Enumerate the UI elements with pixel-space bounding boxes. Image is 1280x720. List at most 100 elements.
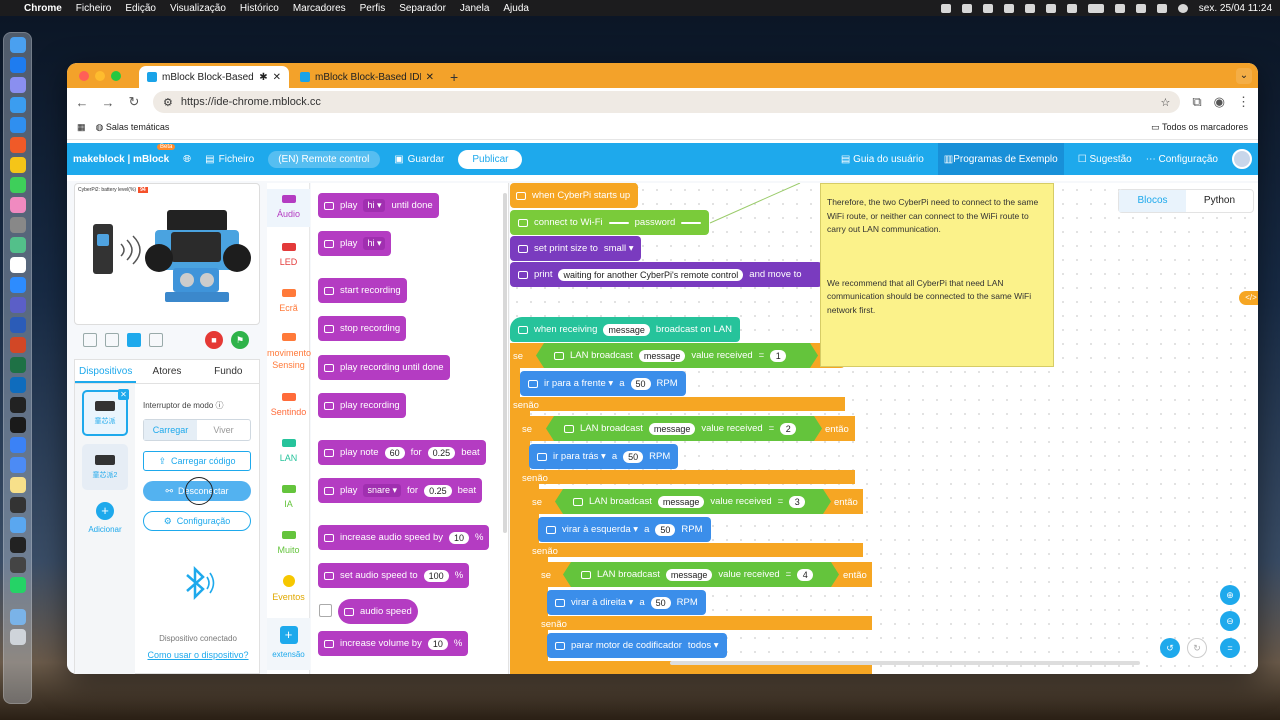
grid-stage-icon[interactable]: [149, 333, 163, 347]
sound-dropdown[interactable]: hi ▾: [363, 237, 386, 250]
menu-profiles[interactable]: Perfis: [360, 3, 386, 14]
category-screen[interactable]: Ecrã: [267, 283, 310, 313]
block-play[interactable]: play hi ▾: [318, 231, 392, 256]
trash-icon[interactable]: [9, 629, 26, 645]
block-turn-left[interactable]: virar à esquerda ▾ a 50 RPM: [538, 517, 711, 542]
block-connect-wifi[interactable]: connect to Wi-Fi password: [510, 210, 710, 235]
finder-icon[interactable]: [9, 37, 26, 53]
palette-scrollbar[interactable]: [503, 193, 507, 533]
remove-device-icon[interactable]: ✕: [118, 389, 129, 400]
code-canvas[interactable]: when CyberPi starts up connect to Wi-Fi p…: [510, 183, 1258, 674]
device-settings-button[interactable]: ⚙ Configuração: [143, 511, 251, 531]
zoom-window-button[interactable]: [111, 71, 121, 81]
menu-view[interactable]: Visualização: [170, 3, 226, 14]
mblock-logo[interactable]: makeblock | mBlock: [73, 154, 169, 165]
publish-button[interactable]: Publicar: [458, 149, 523, 169]
speed-input[interactable]: 10: [449, 531, 470, 544]
apps-grid-icon[interactable]: ▦: [77, 122, 86, 133]
message-input[interactable]: message: [649, 423, 696, 435]
menu-history[interactable]: Histórico: [240, 3, 279, 14]
category-audio[interactable]: Áudio: [267, 189, 310, 227]
category-events[interactable]: Eventos: [267, 569, 310, 602]
word-icon[interactable]: [9, 317, 26, 333]
menu-bookmarks[interactable]: Marcadores: [293, 3, 346, 14]
green-flag-button[interactable]: ⚑: [231, 331, 249, 349]
category-sensing[interactable]: Sentindo: [267, 387, 310, 417]
category-more[interactable]: Muito: [267, 525, 310, 555]
audio-speed-monitor-checkbox[interactable]: [319, 604, 332, 617]
message-input[interactable]: message: [603, 323, 650, 336]
block-increase-audio-speed[interactable]: increase audio speed by 10%: [318, 525, 490, 550]
category-motion-sensing[interactable]: movimento Sensing: [267, 327, 311, 371]
play-icon[interactable]: [1045, 3, 1056, 13]
close-window-button[interactable]: [79, 71, 89, 81]
close-tab-icon[interactable]: ✕: [273, 72, 281, 83]
upload-code-button[interactable]: ⇪ Carregar código: [143, 451, 251, 471]
zoom-icon[interactable]: [9, 277, 26, 293]
tab-search-icon[interactable]: ⌄: [1236, 68, 1252, 84]
outlook-icon[interactable]: [9, 377, 26, 393]
direction-dropdown[interactable]: virar à esquerda ▾: [562, 524, 638, 535]
launchpad-icon[interactable]: [9, 77, 26, 93]
rpm-input[interactable]: 50: [623, 450, 644, 463]
block-set-print-size[interactable]: set print size to small ▾: [510, 236, 642, 261]
reset-zoom-icon[interactable]: =: [1220, 638, 1240, 658]
undo-icon[interactable]: ↺: [1160, 638, 1180, 658]
terminal2-icon[interactable]: [9, 557, 26, 573]
block-turn-right[interactable]: virar à direita ▾ a 50 RPM: [547, 590, 706, 615]
category-ai[interactable]: IA: [267, 479, 310, 509]
block-play-until-done[interactable]: play hi ▾ until done: [318, 193, 439, 218]
menubar-datetime[interactable]: sex. 25/04 11:24: [1199, 3, 1272, 14]
rpm-input[interactable]: 50: [650, 596, 671, 609]
url-text[interactable]: https://ide-chrome.mblock.cc: [181, 96, 321, 108]
battery-icon[interactable]: [1087, 3, 1104, 13]
value-input[interactable]: 3: [789, 496, 805, 508]
new-tab-button[interactable]: +: [450, 69, 458, 85]
size-dropdown[interactable]: small ▾: [604, 243, 634, 254]
block-increase-volume[interactable]: increase volume by 10%: [318, 631, 469, 656]
powerpoint-icon[interactable]: [9, 337, 26, 353]
value-input[interactable]: 4: [797, 569, 813, 581]
condition-2[interactable]: LAN broadcast message value received = 2: [546, 416, 822, 441]
menu-dots-icon[interactable]: ⋮: [1237, 94, 1250, 110]
block-when-receiving[interactable]: when receiving message broadcast on LAN: [510, 317, 740, 342]
clion-icon[interactable]: [9, 417, 26, 433]
condition-4[interactable]: LAN broadcast message value received = 4: [563, 562, 839, 587]
menu-window[interactable]: Janela: [460, 3, 489, 14]
fullscreen-icon[interactable]: [83, 333, 97, 347]
notes-icon[interactable]: [9, 477, 26, 493]
excel-icon[interactable]: [9, 357, 26, 373]
condition-3[interactable]: LAN broadcast message value received = 3: [555, 489, 831, 514]
tab-python[interactable]: Python: [1186, 190, 1253, 212]
device-card-cyberpi2[interactable]: 童芯派2: [82, 444, 128, 490]
small-stage-icon[interactable]: [105, 333, 119, 347]
all-bookmarks[interactable]: ▭ Todos os marcadores: [1151, 122, 1248, 133]
menu-tab[interactable]: Separador: [399, 3, 446, 14]
mode-upload[interactable]: Carregar: [144, 420, 197, 440]
sound-dropdown[interactable]: hi ▾: [363, 199, 386, 212]
direction-dropdown[interactable]: ir para trás ▾: [553, 451, 606, 462]
terminal-icon[interactable]: [9, 537, 26, 553]
cube-icon[interactable]: [1024, 3, 1035, 13]
menu-file[interactable]: Ficheiro: [76, 3, 112, 14]
language-icon[interactable]: 🌐︎: [183, 154, 191, 165]
control-center-icon[interactable]: [1156, 3, 1167, 13]
block-print[interactable]: print waiting for another CyberPi's remot…: [510, 262, 822, 287]
cloud-icon[interactable]: [961, 3, 972, 13]
note-input[interactable]: 60: [384, 446, 405, 459]
block-when-starts[interactable]: when CyberPi starts up: [510, 183, 638, 208]
clock-icon[interactable]: [1066, 3, 1077, 13]
volume-input[interactable]: 10: [427, 637, 448, 650]
example-programs-link[interactable]: ▥ Programas de Exemplo: [937, 143, 1064, 175]
block-backward[interactable]: ir para trás ▾ a 50 RPM: [529, 444, 679, 469]
direction-dropdown[interactable]: ir para a frente ▾: [544, 378, 613, 389]
user-guide-link[interactable]: ▤ Guia do usuário: [841, 154, 924, 165]
shield-icon[interactable]: [1003, 3, 1014, 13]
mail-icon[interactable]: [9, 97, 26, 113]
condition-1[interactable]: LAN broadcast message value received = 1: [536, 343, 818, 368]
ext-icon[interactable]: [982, 3, 993, 13]
block-forward[interactable]: ir para a frente ▾ a 50 RPM: [520, 371, 686, 396]
block-audio-speed[interactable]: audio speed: [338, 599, 418, 624]
save-button[interactable]: ▣ Guardar: [394, 154, 444, 165]
tab-sprites[interactable]: Atores: [136, 360, 197, 383]
